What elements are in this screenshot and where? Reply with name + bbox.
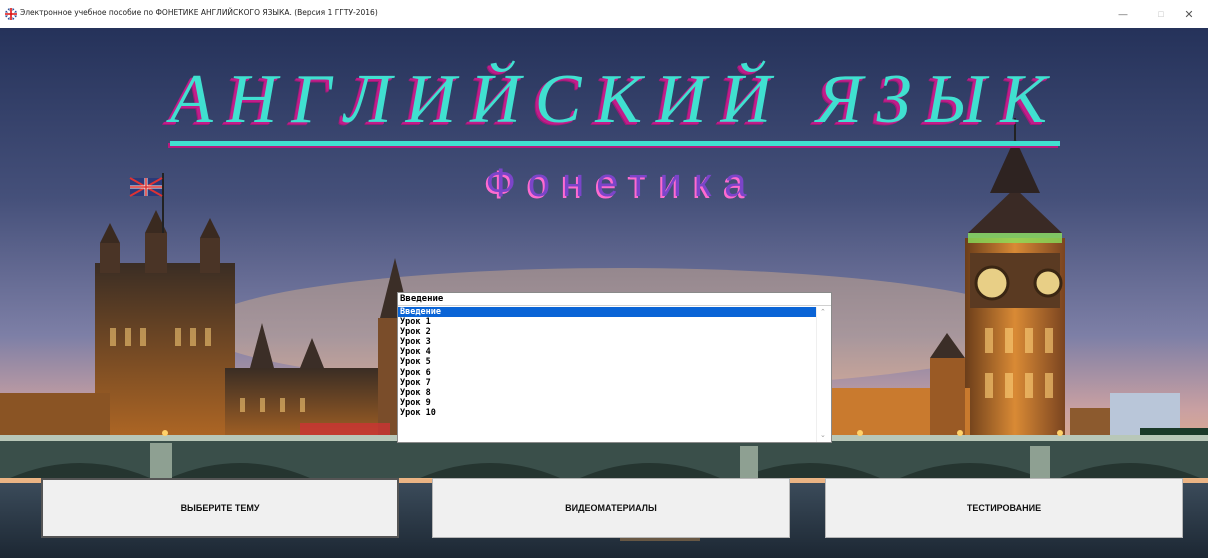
choose-topic-button[interactable]: ВЫБЕРИТЕ ТЕМУ [41, 478, 399, 538]
scroll-up-icon[interactable]: ⌃ [820, 309, 826, 317]
topic-list-item[interactable]: Урок 8 [398, 388, 816, 398]
uk-flag-icon [5, 8, 17, 20]
close-button[interactable]: ✕ [1170, 0, 1208, 28]
topic-list-item[interactable]: Урок 6 [398, 368, 816, 378]
minimize-icon: — [1118, 9, 1128, 19]
topic-list-item[interactable]: Введение [398, 307, 816, 318]
topic-list-item[interactable]: Урок 9 [398, 398, 816, 408]
topic-combobox-edit[interactable]: Введение [398, 293, 831, 306]
testing-button[interactable]: ТЕСТИРОВАНИЕ [825, 478, 1183, 538]
heading-underline [170, 141, 1060, 146]
topic-list-item[interactable]: Урок 3 [398, 337, 816, 347]
topic-list-item[interactable]: Урок 4 [398, 347, 816, 357]
window-titlebar: Электронное учебное пособие по ФОНЕТИКЕ … [0, 0, 1208, 28]
topic-list-item[interactable]: Урок 10 [398, 408, 816, 418]
listbox-scrollbar[interactable]: ⌃ ⌄ [816, 307, 831, 442]
maximize-icon: □ [1158, 9, 1164, 19]
topic-listbox[interactable]: Введение Урок 1 Урок 2 Урок 3 Урок 4 Урок 5 Ур… [398, 307, 816, 442]
close-icon: ✕ [1184, 8, 1194, 21]
topic-list-item[interactable]: Урок 1 [398, 317, 816, 327]
topic-list-item[interactable]: Урок 5 [398, 357, 816, 367]
window-title: Электронное учебное пособие по ФОНЕТИКЕ … [20, 8, 378, 17]
minimize-button[interactable]: — [1104, 0, 1142, 28]
app-heading: АНГЛИЙСКИЙ ЯЗЫК [170, 61, 1061, 138]
topic-list-item[interactable]: Урок 2 [398, 327, 816, 337]
video-materials-button[interactable]: ВИДЕОМАТЕРИАЛЫ [432, 478, 790, 538]
topic-list-item[interactable]: Урок 7 [398, 378, 816, 388]
scroll-down-icon[interactable]: ⌄ [820, 432, 826, 440]
topic-combobox[interactable]: Введение Введение Урок 1 Урок 2 Урок 3 Урок … [397, 292, 832, 443]
app-subheading: Фонетика [485, 161, 759, 205]
